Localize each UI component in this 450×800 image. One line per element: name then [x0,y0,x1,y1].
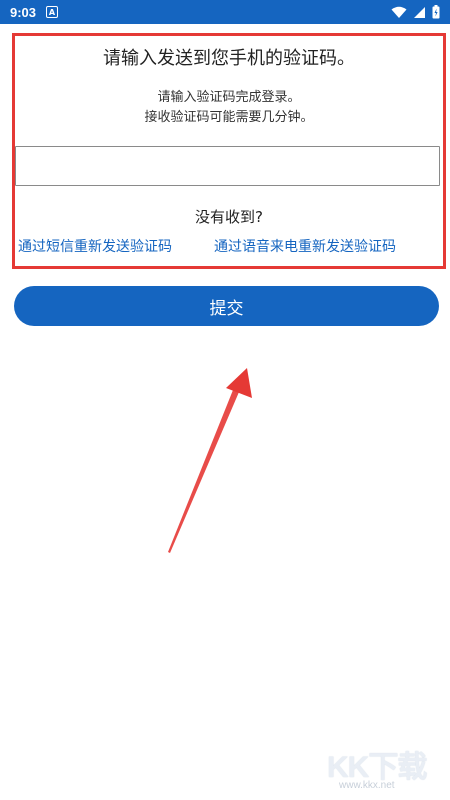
instruction-line-1: 请输入验证码完成登录。 [157,90,301,105]
watermark-url: www.kkx.net [339,780,395,791]
not-received-label: 没有收到? [195,208,263,226]
resend-voice-call-link[interactable]: 通过语音来电重新发送验证码 [214,236,396,256]
wifi-icon [391,6,407,18]
red-arrow-annotation [168,368,252,553]
status-bar: 9:03 A [0,0,450,24]
status-icons [391,5,440,19]
verification-code-input[interactable] [15,146,440,186]
status-time: 9:03 [10,4,37,20]
signal-icon [414,6,425,18]
notification-a-icon: A [46,6,59,18]
screen: 9:03 A 请输入发送到您手机的验证码。 请输入验证码完成登录。 接收验证码可… [0,0,450,800]
verification-form: 请输入发送到您手机的验证码。 请输入验证码完成登录。 接收验证码可能需要几分钟。… [12,33,446,269]
resend-sms-link[interactable]: 通过短信重新发送验证码 [18,236,172,256]
page-heading: 请输入发送到您手机的验证码。 [103,48,355,69]
submit-button[interactable]: 提交 [14,286,439,326]
instruction-line-2: 接收验证码可能需要几分钟。 [144,110,314,125]
watermark-logo: KK下载 www.kkx.net [327,742,437,792]
battery-icon [432,5,440,19]
